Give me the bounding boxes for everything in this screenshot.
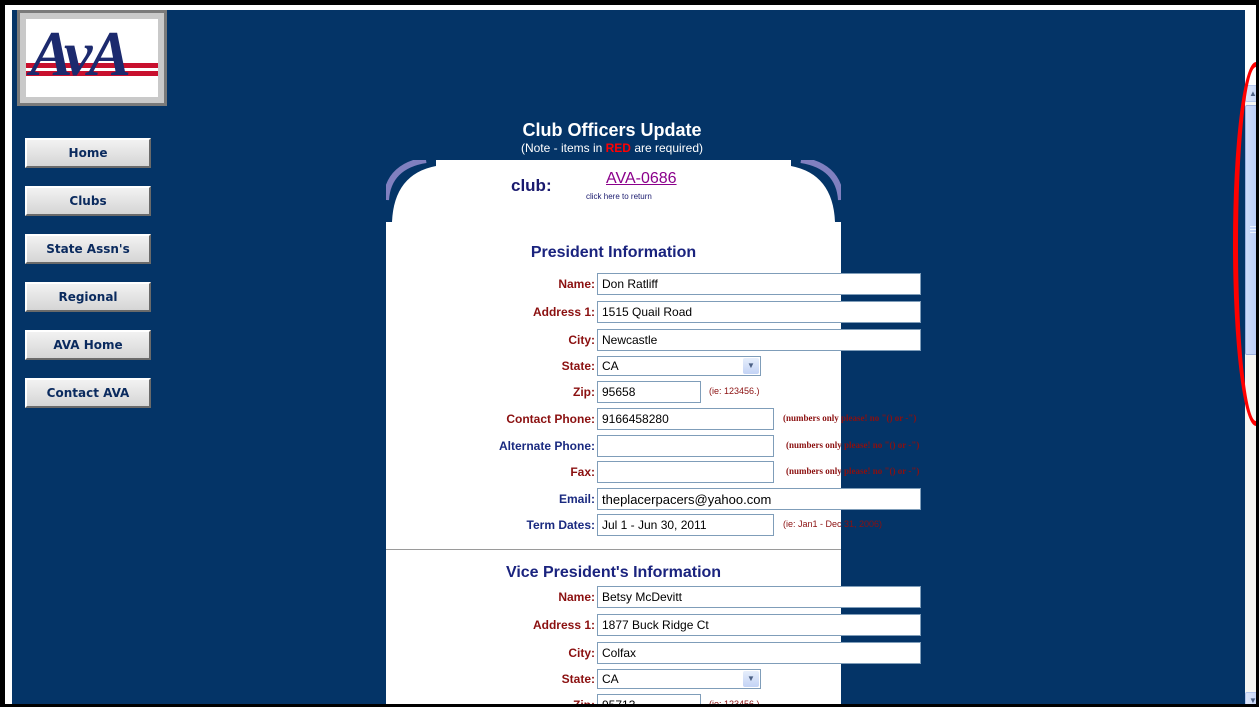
note-suffix: are required) <box>630 141 704 155</box>
vice-president-section-title: Vice President's Information <box>505 564 722 581</box>
city-label: City: <box>568 333 595 347</box>
president-city-input[interactable]: Newcastle <box>597 329 921 351</box>
zip-hint: (ie: 123456.) <box>709 699 760 707</box>
name-label: Name: <box>558 277 595 291</box>
contact-phone-label: Contact Phone: <box>506 412 595 426</box>
chevron-down-icon[interactable]: ▼ <box>743 358 759 374</box>
president-alt-phone-row: Alternate Phone: (numbers only please! n… <box>386 435 919 457</box>
nav-ava-home-button[interactable]: AVA Home <box>25 330 151 360</box>
fax-label: Fax: <box>570 465 595 479</box>
ava-logo[interactable]: AvA <box>17 10 167 106</box>
zip-label: Zip: <box>573 698 595 707</box>
club-id-link[interactable]: AVA-0686 <box>606 170 677 188</box>
note-red-word: RED <box>605 141 631 155</box>
address-label: Address 1: <box>532 305 595 319</box>
president-address-input[interactable]: 1515 Quail Road <box>597 301 921 323</box>
vice-zip-row: Zip: 95713 (ie: 123456.) <box>386 694 841 707</box>
president-name-input[interactable]: Don Ratliff <box>597 273 921 295</box>
page-title: Club Officers Update <box>522 120 702 140</box>
note-prefix: (Note - items in <box>520 141 606 155</box>
president-term-row: Term Dates: Jul 1 - Jun 30, 2011 (ie: Ja… <box>386 514 882 536</box>
form-panel: club: AVA-0686 click here to return Pres… <box>386 160 921 707</box>
fax-hint: (numbers only please! no "() or -") <box>786 466 920 476</box>
vice-name-input[interactable]: Betsy McDevitt <box>597 586 921 608</box>
term-dates-label: Term Dates: <box>526 518 595 532</box>
president-city-row: City: Newcastle <box>386 329 921 351</box>
alternate-phone-label: Alternate Phone: <box>498 439 595 453</box>
browser-frame: AvA Home Clubs State Assn's Regional AVA… <box>0 0 1259 707</box>
president-zip-row: Zip: 95658 (ie: 123456.) <box>386 381 841 403</box>
address-label: Address 1: <box>532 618 595 632</box>
nav-home-button[interactable]: Home <box>25 138 151 168</box>
term-dates-input[interactable]: Jul 1 - Jun 30, 2011 <box>597 514 774 536</box>
vice-city-input[interactable]: Colfax <box>597 642 921 664</box>
president-email-row: Email: theplacerpacers@yahoo.com <box>386 488 921 510</box>
panel-corner-right <box>791 160 841 222</box>
president-fax-row: Fax: (numbers only please! no "() or -") <box>386 461 919 483</box>
zip-hint: (ie: 123456.) <box>709 386 760 396</box>
president-address-row: Address 1: 1515 Quail Road <box>386 301 921 323</box>
return-link[interactable]: click here to return <box>586 192 652 201</box>
logo-text: AvA <box>30 19 131 89</box>
alternate-phone-input[interactable] <box>597 435 774 457</box>
nav-state-assns-button[interactable]: State Assn's <box>25 234 151 264</box>
state-label: State: <box>561 672 595 686</box>
email-input[interactable]: theplacerpacers@yahoo.com <box>597 488 921 510</box>
president-name-row: Name: Don Ratliff <box>386 273 921 295</box>
required-note: (Note - items in RED are required) <box>387 141 837 155</box>
term-hint: (ie: Jan1 - Dec 31, 2006) <box>783 519 883 529</box>
panel-corner-left <box>386 160 436 222</box>
city-label: City: <box>568 646 595 660</box>
nav-regional-button[interactable]: Regional <box>25 282 151 312</box>
president-state-select[interactable]: CA ▼ <box>597 356 761 376</box>
contact-phone-input[interactable]: 9166458280 <box>597 408 774 430</box>
logo-image: AvA <box>26 19 158 97</box>
president-zip-input[interactable]: 95658 <box>597 381 701 403</box>
scroll-down-icon[interactable]: ▼ <box>1245 692 1256 704</box>
president-section-title: President Information <box>530 244 697 261</box>
section-divider <box>386 549 841 550</box>
name-label: Name: <box>558 590 595 604</box>
nav-clubs-button[interactable]: Clubs <box>25 186 151 216</box>
nav-contact-ava-button[interactable]: Contact AVA <box>25 378 151 408</box>
vice-state-select[interactable]: CA ▼ <box>597 669 761 689</box>
vice-address-input[interactable]: 1877 Buck Ridge Ct <box>597 614 921 636</box>
president-state-row: State: CA ▼ <box>386 355 841 377</box>
vice-name-row: Name: Betsy McDevitt <box>386 586 921 608</box>
vice-address-row: Address 1: 1877 Buck Ridge Ct <box>386 614 921 636</box>
state-label: State: <box>561 359 595 373</box>
club-label: club: <box>511 176 552 195</box>
vice-zip-input[interactable]: 95713 <box>597 694 701 704</box>
sidebar-nav: Home Clubs State Assn's Regional AVA Hom… <box>25 138 151 426</box>
vice-state-row: State: CA ▼ <box>386 668 841 690</box>
phone-hint: (numbers only please! no "() or -") <box>783 413 917 423</box>
zip-label: Zip: <box>573 385 595 399</box>
state-value: CA <box>602 359 619 373</box>
president-phone-row: Contact Phone: 9166458280 (numbers only … <box>386 408 916 430</box>
vice-city-row: City: Colfax <box>386 642 921 664</box>
page-viewport: AvA Home Clubs State Assn's Regional AVA… <box>12 10 1245 707</box>
email-label: Email: <box>558 492 595 506</box>
chevron-down-icon[interactable]: ▼ <box>743 671 759 687</box>
state-value: CA <box>602 672 619 686</box>
alt-phone-hint: (numbers only please! no "() or -") <box>786 440 920 450</box>
fax-input[interactable] <box>597 461 774 483</box>
